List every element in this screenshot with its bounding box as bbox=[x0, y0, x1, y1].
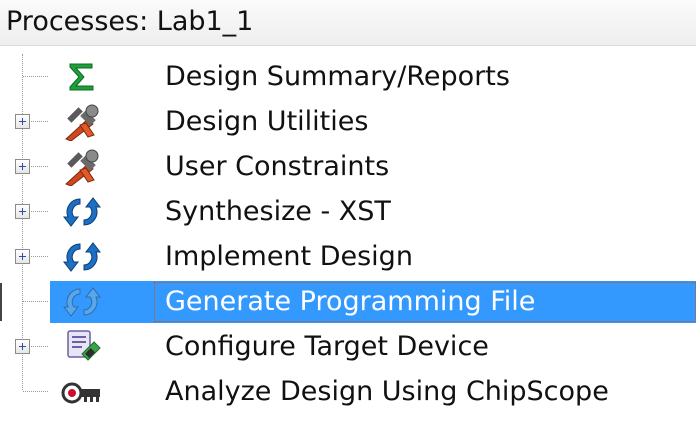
expand-icon[interactable] bbox=[15, 159, 30, 174]
process-label: Implement Design bbox=[165, 241, 413, 272]
process-item-configure-target-device[interactable]: Configure Target Device bbox=[0, 324, 696, 369]
tools-icon bbox=[65, 104, 99, 141]
processes-title: Processes: Lab1_1 bbox=[6, 6, 254, 37]
tools-icon bbox=[65, 149, 99, 186]
process-item-synthesize-xst[interactable]: Synthesize - XST bbox=[0, 189, 696, 234]
chipscope-icon bbox=[61, 382, 100, 404]
process-item-implement-design[interactable]: Implement Design bbox=[0, 234, 696, 279]
process-item-design-summary-reports[interactable]: Design Summary/Reports bbox=[0, 54, 696, 99]
process-label: Design Utilities bbox=[165, 106, 369, 137]
tree-branch-line bbox=[23, 301, 48, 302]
process-tree[interactable]: Design Summary/Reports Design Utilities bbox=[0, 46, 696, 425]
process-item-user-constraints[interactable]: User Constraints bbox=[0, 144, 696, 189]
sigma-icon bbox=[69, 63, 94, 91]
expand-icon[interactable] bbox=[15, 204, 30, 219]
expand-icon[interactable] bbox=[15, 114, 30, 129]
tree-branch-line bbox=[31, 256, 48, 257]
device-config-icon bbox=[67, 330, 101, 361]
expand-icon[interactable] bbox=[15, 339, 30, 354]
tree-branch-line bbox=[23, 76, 48, 77]
tree-branch-line bbox=[31, 211, 48, 212]
process-item-generate-programming-file[interactable]: Generate Programming File bbox=[0, 279, 696, 324]
tree-branch-line bbox=[31, 166, 48, 167]
tree-branch-line bbox=[31, 121, 48, 122]
refresh-arrows-icon bbox=[62, 197, 102, 227]
processes-panel: Processes: Lab1_1 Design Summary/Reports bbox=[0, 0, 696, 425]
expand-icon[interactable] bbox=[15, 249, 30, 264]
process-label: Generate Programming File bbox=[165, 286, 536, 317]
process-item-design-utilities[interactable]: Design Utilities bbox=[0, 99, 696, 144]
refresh-arrows-icon bbox=[62, 242, 102, 272]
refresh-arrows-icon bbox=[62, 287, 102, 317]
process-label: Analyze Design Using ChipScope bbox=[165, 376, 609, 407]
pane-edge-marker bbox=[0, 283, 2, 321]
process-label: Design Summary/Reports bbox=[165, 61, 510, 92]
process-item-analyze-design-using-chipscope[interactable]: Analyze Design Using ChipScope bbox=[0, 369, 696, 414]
tree-branch-line bbox=[23, 391, 48, 392]
process-label: Synthesize - XST bbox=[165, 196, 391, 227]
process-label: User Constraints bbox=[165, 151, 390, 182]
process-label: Configure Target Device bbox=[165, 331, 489, 362]
tree-branch-line bbox=[31, 346, 48, 347]
processes-header: Processes: Lab1_1 bbox=[0, 0, 696, 46]
